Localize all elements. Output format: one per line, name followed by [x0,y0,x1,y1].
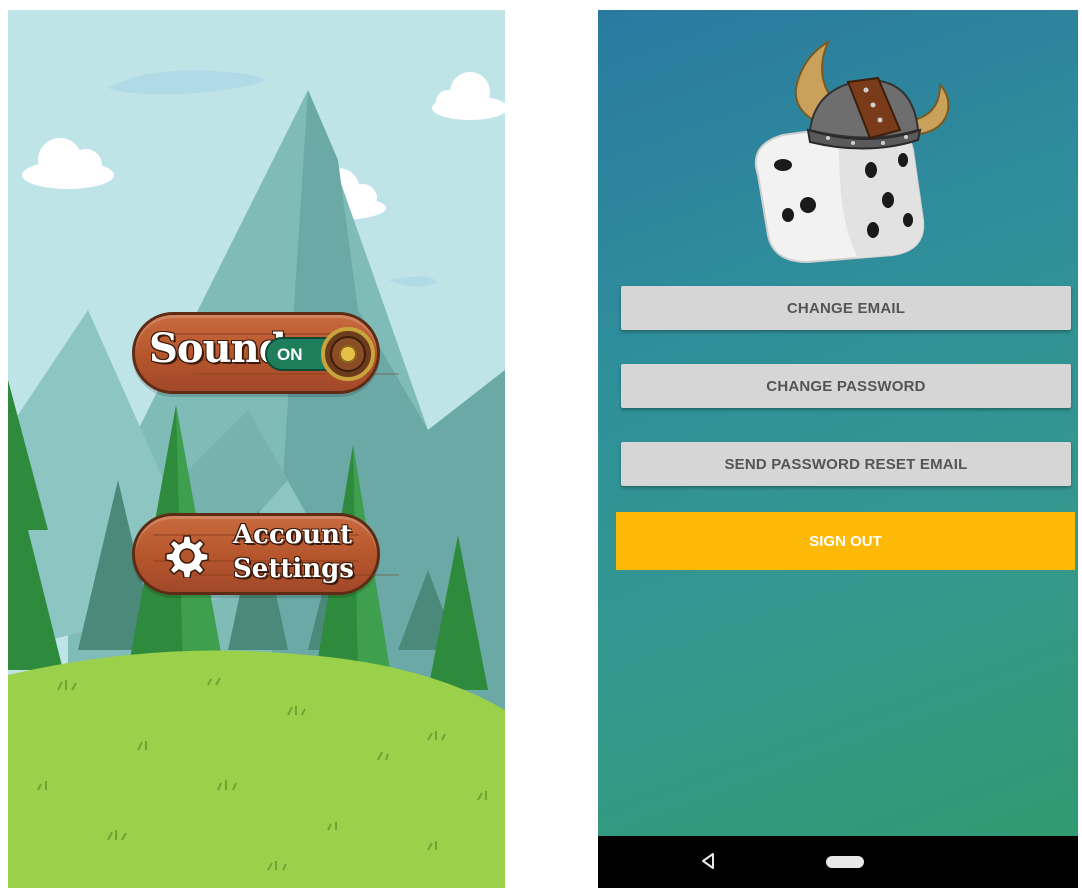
viking-dice-logo [754,39,950,264]
change-password-button[interactable]: CHANGE PASSWORD [621,364,1071,408]
send-password-reset-email-button[interactable]: SEND PASSWORD RESET EMAIL [621,442,1071,486]
shield-knob-icon [321,327,375,381]
account-label-line2: Settings [233,554,354,584]
sign-out-button[interactable]: SIGN OUT [616,512,1075,570]
game-menu-screen: Sound ON Account Settings [8,10,505,888]
account-settings-button[interactable]: Account Settings [132,513,380,595]
change-email-button[interactable]: CHANGE EMAIL [621,286,1071,330]
sound-state-text: ON [277,345,303,364]
mountain-landscape-background [8,10,505,888]
account-label-line1: Account [233,520,352,550]
home-pill-icon[interactable] [826,856,864,868]
account-settings-label: Account Settings [233,518,354,586]
android-navigation-bar [598,836,1078,888]
account-settings-screen: CHANGE EMAIL CHANGE PASSWORD SEND PASSWO… [598,10,1078,888]
gear-icon [165,535,209,578]
sound-toggle-button[interactable]: Sound ON [132,312,380,394]
back-icon[interactable] [700,852,716,870]
